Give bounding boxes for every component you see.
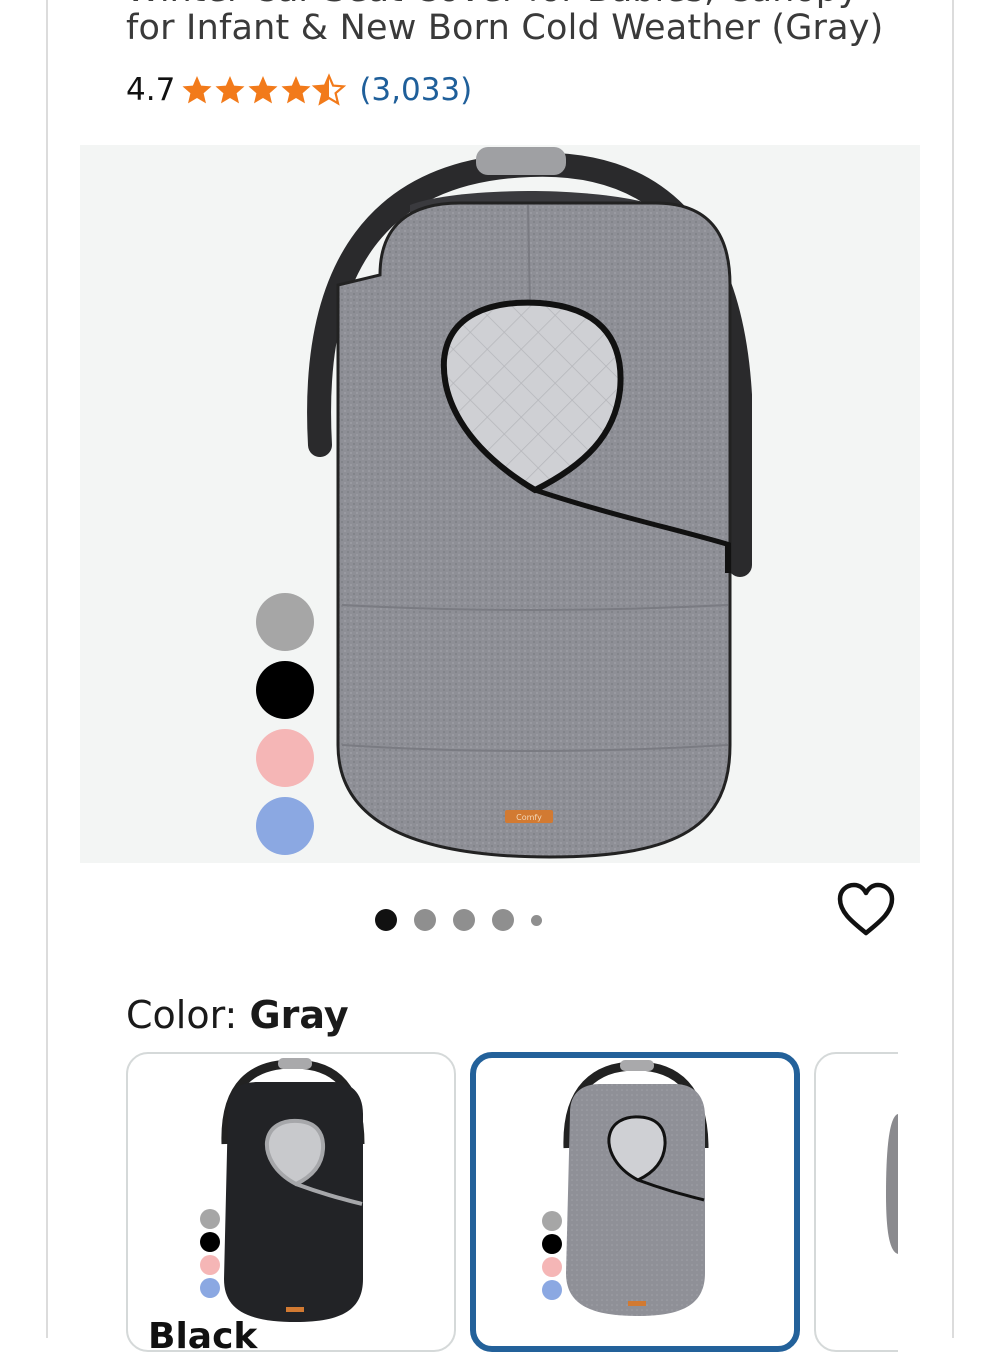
product-title-line-2: for Infant & New Born Cold Weather (Gray… <box>126 8 884 48</box>
star-rating <box>181 73 349 107</box>
color-dot-black <box>256 661 314 719</box>
star-icons <box>182 74 345 105</box>
swatch-gray-selected[interactable] <box>470 1052 800 1352</box>
rating-value: 4.7 <box>126 72 176 108</box>
star-icon <box>215 76 245 104</box>
brand-tag: Comfy <box>516 813 542 822</box>
carousel-indicators[interactable] <box>375 905 559 935</box>
heart-icon <box>837 882 895 936</box>
star-icon <box>281 76 311 104</box>
gray-cover-thumbnail <box>542 1060 709 1316</box>
carousel-dot-active[interactable] <box>375 909 397 931</box>
star-icon <box>248 76 278 104</box>
carousel-dot[interactable] <box>492 909 514 931</box>
black-cover-thumbnail <box>200 1058 365 1322</box>
color-dot-pink <box>256 729 314 787</box>
pink-cover-thumbnail <box>886 1114 898 1254</box>
swatch-name-black: Black <box>148 1316 258 1352</box>
color-selector-label: Color: Gray <box>126 993 349 1037</box>
carousel-dot[interactable] <box>453 909 475 931</box>
star-icon <box>182 76 212 104</box>
product-image[interactable]: Comfy <box>80 145 920 863</box>
wishlist-button[interactable] <box>836 882 896 942</box>
half-star-icon <box>313 74 345 105</box>
car-seat-cover-image: Comfy <box>256 147 752 859</box>
rating-row[interactable]: 4.7 (3,033) <box>126 70 472 110</box>
carousel-dot[interactable] <box>414 909 436 931</box>
color-swatch-carousel[interactable]: Black <box>126 1052 898 1352</box>
review-count-link[interactable]: (3,033) <box>359 72 472 108</box>
color-dot-blue <box>256 797 314 855</box>
swatch-pink[interactable] <box>814 1052 898 1352</box>
carousel-dot[interactable] <box>531 914 542 926</box>
color-dot-gray <box>256 593 314 651</box>
swatch-black[interactable]: Black <box>126 1052 456 1352</box>
